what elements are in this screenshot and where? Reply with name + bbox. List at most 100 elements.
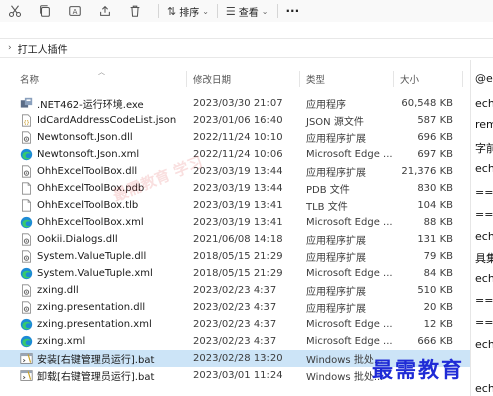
view-label: 查看 bbox=[238, 7, 259, 19]
sort-button[interactable]: ⇅ 排序 ⌄ bbox=[167, 4, 209, 19]
file-name: System.ValueTuple.dll bbox=[37, 251, 147, 262]
file-row[interactable]: zxing.presentation.dll 2023/02/23 4:37 应用程… bbox=[0, 299, 470, 316]
svg-text:A: A bbox=[73, 8, 78, 16]
edge-icon bbox=[20, 216, 33, 229]
file-row[interactable]: .NET462-运行环境.exe 2023/03/30 21:07 应用程序 60,5… bbox=[0, 95, 470, 112]
column-size[interactable]: 大小 bbox=[400, 67, 419, 91]
file-size: 697 KB bbox=[417, 149, 453, 160]
breadcrumb[interactable]: › 打工人插件 bbox=[0, 38, 493, 58]
file-name: zxing.dll bbox=[37, 285, 79, 296]
preview-line: ech bbox=[475, 230, 493, 243]
column-date[interactable]: 修改日期 bbox=[193, 67, 231, 91]
file-type: 应用程序扩展 bbox=[306, 236, 366, 247]
preview-line: ==: bbox=[475, 208, 493, 221]
file-row[interactable]: OhhExcelToolBox.xml 2023/03/19 13:41 Micro… bbox=[0, 214, 470, 231]
file-size: 830 KB bbox=[417, 183, 453, 194]
file-date: 2023/03/19 13:41 bbox=[193, 217, 283, 228]
file-row[interactable]: Newtonsoft.Json.dll 2022/11/24 10:10 应用程序扩… bbox=[0, 129, 470, 146]
preview-line: ech bbox=[475, 97, 493, 110]
sort-ascending-icon: ︿ bbox=[98, 68, 105, 76]
chevron-right-icon[interactable]: › bbox=[8, 43, 12, 53]
command-bar: A ⇅ 排序 ⌄ ☰ 查看 ⌄ ··· bbox=[0, 0, 493, 22]
file-name-cell[interactable]: System.ValueTuple.dll bbox=[20, 248, 146, 265]
file-name: 卸载[右键管理员运行].bat bbox=[37, 372, 155, 383]
column-divider[interactable] bbox=[186, 71, 187, 87]
file-name-cell[interactable]: System.ValueTuple.xml bbox=[20, 265, 153, 282]
json-icon: {} bbox=[20, 114, 33, 127]
file-row[interactable]: {} IdCardAddressCodeList.json 2023/01/06 1… bbox=[0, 112, 470, 129]
file-row[interactable]: Ookii.Dialogs.dll 2021/06/08 14:18 应用程序扩展 1… bbox=[0, 231, 470, 248]
sort-icon: ⇅ bbox=[167, 4, 177, 18]
sort-label: 排序 bbox=[179, 7, 200, 19]
file-row[interactable]: System.ValueTuple.dll 2018/05/15 21:29 应用程… bbox=[0, 248, 470, 265]
file-type: TLB 文件 bbox=[306, 202, 348, 213]
file-name-cell[interactable]: zxing.presentation.dll bbox=[20, 299, 145, 316]
file-size: 60,548 KB bbox=[401, 98, 453, 109]
file-row[interactable]: OhhExcelToolBox.dll 2023/03/19 13:44 应用程序扩… bbox=[0, 163, 470, 180]
preview-line: 字前 bbox=[475, 142, 493, 155]
file-row[interactable]: zxing.presentation.xml 2023/02/23 4:37 Mic… bbox=[0, 316, 470, 333]
file-name-cell[interactable]: {} IdCardAddressCodeList.json bbox=[20, 112, 176, 129]
file-name-cell[interactable]: zxing.dll bbox=[20, 282, 79, 299]
file-row[interactable]: zxing.dll 2023/02/23 4:37 应用程序扩展 510 KB bbox=[0, 282, 470, 299]
chevron-down-icon: ⌄ bbox=[202, 6, 209, 16]
file-row[interactable]: OhhExcelToolBox.tlb 2023/03/19 13:41 TLB 文… bbox=[0, 197, 470, 214]
cut-icon[interactable] bbox=[6, 2, 24, 20]
file-date: 2023/03/19 13:41 bbox=[193, 200, 283, 211]
file-size: 587 KB bbox=[417, 115, 453, 126]
file-type: 应用程序扩展 bbox=[306, 134, 366, 145]
file-date: 2023/03/30 21:07 bbox=[193, 98, 283, 109]
toolbar-divider bbox=[158, 4, 159, 18]
file-type: Microsoft Edge ... bbox=[306, 319, 393, 330]
column-name[interactable]: 名称 bbox=[20, 67, 39, 91]
file-row[interactable]: OhhExcelToolBox.pdb 2023/03/19 13:44 PDB 文… bbox=[0, 180, 470, 197]
file-name: zxing.xml bbox=[37, 336, 86, 347]
toolbar-divider bbox=[216, 4, 218, 18]
file-name-cell[interactable]: Newtonsoft.Json.dll bbox=[20, 129, 133, 146]
file-name-cell[interactable]: OhhExcelToolBox.dll bbox=[20, 163, 137, 180]
file-date: 2023/02/28 13:20 bbox=[193, 353, 283, 364]
file-name-cell[interactable]: OhhExcelToolBox.xml bbox=[20, 214, 144, 231]
file-date: 2023/03/01 11:24 bbox=[193, 370, 283, 381]
file-date: 2018/05/15 21:29 bbox=[193, 268, 283, 279]
file-name: zxing.presentation.xml bbox=[37, 319, 152, 330]
rename-icon[interactable]: A bbox=[66, 2, 84, 20]
file-date: 2023/01/06 16:40 bbox=[193, 115, 283, 126]
file-size: 510 KB bbox=[417, 285, 453, 296]
file-name: .NET462-运行环境.exe bbox=[37, 100, 144, 111]
file-name-cell[interactable]: 卸载[右键管理员运行].bat bbox=[20, 367, 154, 384]
file-type: Microsoft Edge ... bbox=[306, 149, 393, 160]
file-name: IdCardAddressCodeList.json bbox=[37, 115, 177, 126]
file-name-cell[interactable]: Ookii.Dialogs.dll bbox=[20, 231, 118, 248]
file-date: 2023/02/23 4:37 bbox=[193, 302, 277, 313]
column-divider[interactable] bbox=[299, 71, 300, 87]
file-size: 20 KB bbox=[423, 302, 453, 313]
delete-icon[interactable] bbox=[126, 2, 144, 20]
breadcrumb-folder[interactable]: 打工人插件 bbox=[18, 41, 68, 56]
watermark-text: 最需教育 bbox=[372, 357, 464, 382]
more-button[interactable]: ··· bbox=[286, 4, 300, 18]
file-size: 84 KB bbox=[423, 268, 453, 279]
file-size: 79 KB bbox=[423, 251, 453, 262]
file-date: 2022/11/24 10:06 bbox=[193, 149, 283, 160]
file-row[interactable]: zxing.xml 2023/02/23 4:37 Microsoft Edge .… bbox=[0, 333, 470, 350]
column-divider[interactable] bbox=[393, 71, 394, 87]
column-divider[interactable] bbox=[462, 71, 463, 87]
exe-icon bbox=[20, 97, 33, 110]
copy-icon[interactable] bbox=[36, 2, 54, 20]
file-row[interactable]: Newtonsoft.Json.xml 2022/11/24 10:06 Micro… bbox=[0, 146, 470, 163]
file-name-cell[interactable]: Newtonsoft.Json.xml bbox=[20, 146, 139, 163]
file-name-cell[interactable]: 安装[右键管理员运行].bat bbox=[20, 350, 154, 367]
preview-line: @e bbox=[475, 72, 493, 85]
file-type: Microsoft Edge ... bbox=[306, 336, 393, 347]
column-type[interactable]: 类型 bbox=[306, 67, 325, 91]
file-type: 应用程序扩展 bbox=[306, 304, 366, 315]
file-type: 应用程序扩展 bbox=[306, 287, 366, 298]
preview-line: ech bbox=[475, 382, 493, 395]
share-icon[interactable] bbox=[96, 2, 114, 20]
file-name-cell[interactable]: zxing.xml bbox=[20, 333, 85, 350]
file-row[interactable]: System.ValueTuple.xml 2018/05/15 21:29 Mic… bbox=[0, 265, 470, 282]
view-button[interactable]: ☰ 查看 ⌄ bbox=[226, 4, 269, 19]
file-name-cell[interactable]: zxing.presentation.xml bbox=[20, 316, 152, 333]
file-name-cell[interactable]: .NET462-运行环境.exe bbox=[20, 95, 144, 112]
